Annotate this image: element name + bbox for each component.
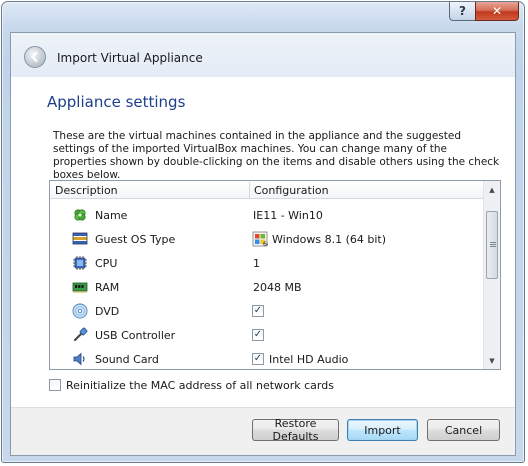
row-label: CPU xyxy=(95,257,118,270)
caption-buttons: ? ✕ xyxy=(449,2,519,22)
wizard-client-area: Import Virtual Appliance Appliance setti… xyxy=(10,32,516,456)
svg-text:64: 64 xyxy=(263,241,268,247)
sound-card-icon xyxy=(73,352,85,366)
row-value[interactable]: 1 xyxy=(253,257,260,270)
sound-card-checkbox[interactable]: ✓ xyxy=(252,353,264,365)
cpu-icon xyxy=(73,256,87,270)
page-heading: Appliance settings xyxy=(47,93,186,111)
description-text: These are the virtual machines contained… xyxy=(53,130,500,181)
windows-81-icon: 64 xyxy=(252,231,268,247)
grid-row-cpu[interactable]: CPU 1 xyxy=(50,251,484,275)
wizard-title: Import Virtual Appliance xyxy=(57,51,203,65)
restore-defaults-button[interactable]: Restore Defaults xyxy=(252,417,339,443)
grid-row-name[interactable]: Name IE11 - Win10 xyxy=(50,203,484,227)
back-button[interactable] xyxy=(24,46,46,68)
appliance-settings-grid[interactable]: Description Configuration Name IE11 - Wi… xyxy=(49,180,501,370)
dvd-checkbox[interactable]: ✓ xyxy=(252,305,264,317)
grip-icon xyxy=(490,242,496,243)
close-button[interactable]: ✕ xyxy=(475,2,519,21)
ram-icon xyxy=(72,282,88,293)
row-value[interactable]: Windows 8.1 (64 bit) xyxy=(272,233,386,246)
usb-controller-checkbox[interactable]: ✓ xyxy=(252,329,264,341)
grid-row-usb-controller[interactable]: USB Controller ✓ xyxy=(50,323,484,347)
row-label: USB Controller xyxy=(95,329,176,342)
import-button[interactable]: Import xyxy=(347,419,418,441)
grid-row-dvd[interactable]: DVD ✓ xyxy=(50,299,484,323)
row-label: RAM xyxy=(95,281,120,294)
row-value[interactable]: IE11 - Win10 xyxy=(253,209,323,222)
column-header-description[interactable]: Description xyxy=(55,184,118,197)
grid-row-guest-os-type[interactable]: Guest OS Type 64 Windows 8.1 (64 bit) xyxy=(50,227,484,251)
usb-icon xyxy=(73,327,88,342)
scroll-up-arrow-icon[interactable]: ▲ xyxy=(484,181,500,198)
grid-row-ram[interactable]: RAM 2048 MB xyxy=(50,275,484,299)
grid-row-sound-card[interactable]: Sound Card ✓ Intel HD Audio xyxy=(50,347,484,369)
name-icon xyxy=(74,209,86,221)
back-arrow-icon xyxy=(31,51,38,63)
grid-header: Description Configuration xyxy=(50,181,484,199)
grid-vertical-scrollbar[interactable]: ▲ ▼ xyxy=(483,181,500,369)
os-type-icon xyxy=(72,232,88,245)
row-label: Name xyxy=(95,209,128,222)
button-bar: Restore Defaults Import Cancel xyxy=(11,407,515,455)
reinit-mac-label[interactable]: Reinitialize the MAC address of all netw… xyxy=(66,379,334,392)
reinit-mac-checkbox[interactable] xyxy=(49,379,61,391)
cancel-button[interactable]: Cancel xyxy=(427,419,500,441)
help-button[interactable]: ? xyxy=(449,2,475,21)
column-separator[interactable] xyxy=(249,182,250,198)
row-label: Sound Card xyxy=(95,353,159,366)
scrollbar-thumb[interactable] xyxy=(486,211,498,279)
row-value[interactable]: 2048 MB xyxy=(253,281,302,294)
import-appliance-window: ? ✕ Import Virtual Appliance Appliance s… xyxy=(1,1,525,463)
row-label: DVD xyxy=(95,305,120,318)
dvd-icon xyxy=(72,303,88,319)
wizard-header: Import Virtual Appliance xyxy=(11,33,515,77)
row-label: Guest OS Type xyxy=(95,233,176,246)
row-value[interactable]: Intel HD Audio xyxy=(269,353,348,366)
scroll-down-arrow-icon[interactable]: ▼ xyxy=(484,352,500,369)
column-header-configuration[interactable]: Configuration xyxy=(254,184,329,197)
